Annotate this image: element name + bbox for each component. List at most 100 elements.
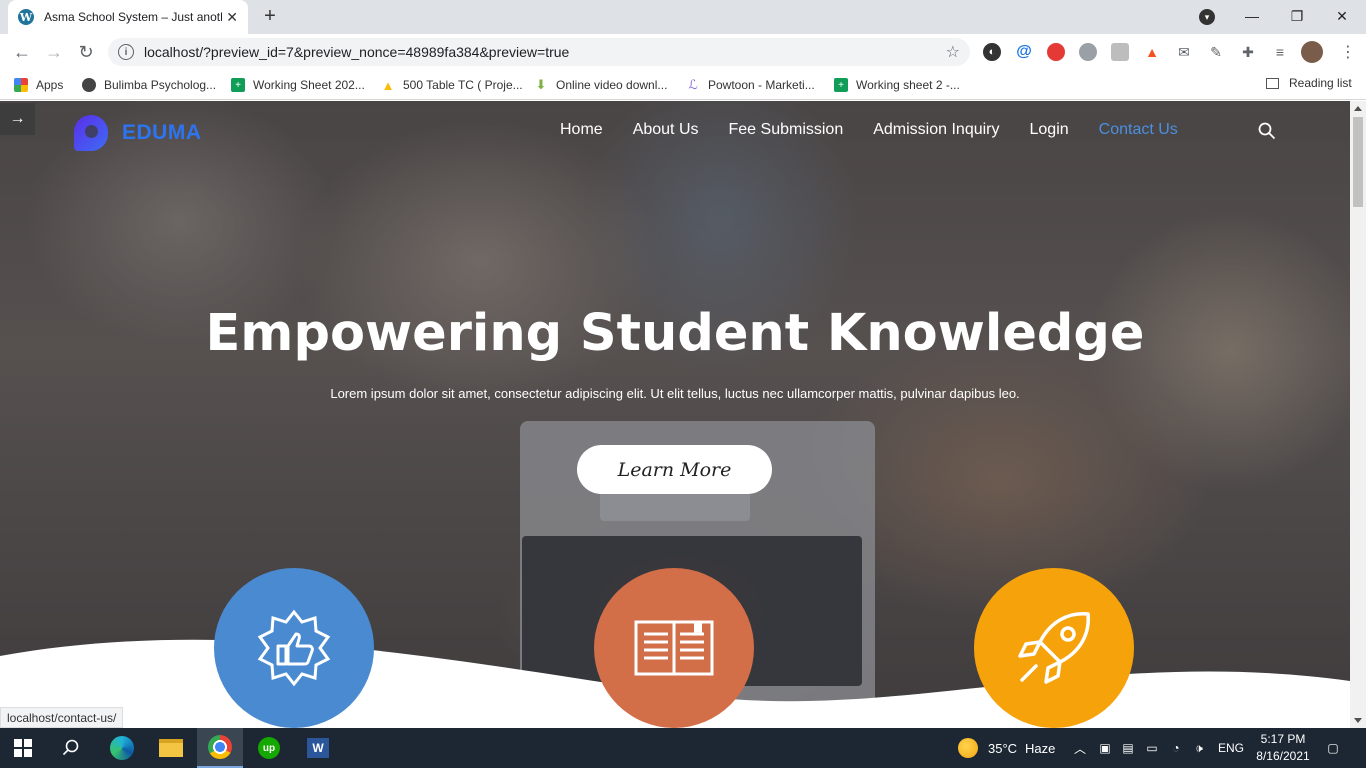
globe-extension-icon[interactable] bbox=[1079, 43, 1097, 61]
start-button[interactable] bbox=[0, 728, 46, 768]
new-tab-button[interactable]: + bbox=[258, 4, 282, 28]
nav-home[interactable]: Home bbox=[560, 121, 603, 139]
close-tab-icon[interactable]: ✕ bbox=[226, 9, 238, 26]
learn-more-button[interactable]: Learn More bbox=[577, 445, 772, 494]
logo-text: EDUMA bbox=[122, 121, 202, 144]
search-icon bbox=[62, 739, 79, 756]
wifi-icon[interactable]: ◔ bbox=[1168, 740, 1184, 756]
weather-widget[interactable]: 35°C Haze bbox=[958, 728, 1055, 768]
pokeball-extension-icon[interactable] bbox=[1047, 43, 1065, 61]
bookmark-item[interactable]: ⬇ Online video downl... bbox=[534, 76, 668, 94]
bookmark-item[interactable]: + Working Sheet 202... bbox=[231, 76, 365, 94]
taskbar-search-button[interactable] bbox=[48, 728, 94, 768]
network-device-icon[interactable]: ▣ bbox=[1097, 740, 1113, 756]
tab-search-icon[interactable]: ▾ bbox=[1199, 9, 1215, 25]
bookmark-item[interactable]: ℒ Powtoon - Marketi... bbox=[686, 76, 814, 94]
main-navigation: Home About Us Fee Submission Admission I… bbox=[560, 121, 1208, 139]
apps-grid-icon bbox=[14, 78, 28, 92]
profile-avatar[interactable] bbox=[1301, 41, 1323, 63]
bookmark-item[interactable]: ▲ 500 Table TC ( Proje... bbox=[381, 76, 523, 94]
chrome-icon bbox=[208, 735, 232, 759]
system-clock[interactable]: 5:17 PM 8/16/2021 bbox=[1252, 731, 1314, 765]
feature-circle-learning[interactable] bbox=[594, 568, 754, 728]
bookmark-item[interactable]: + Working sheet 2 -... bbox=[834, 76, 960, 94]
weather-condition: Haze bbox=[1025, 740, 1056, 756]
mail-icon[interactable]: ✉ bbox=[1175, 43, 1193, 61]
bookmark-star-icon[interactable]: ☆ bbox=[946, 42, 960, 62]
cloud-sync-icon[interactable]: ▤ bbox=[1120, 740, 1136, 756]
address-bar[interactable]: i localhost/?preview_id=7&preview_nonce=… bbox=[108, 38, 970, 66]
triangle-extension-icon[interactable]: ▲ bbox=[1143, 43, 1161, 61]
scrollbar-thumb[interactable] bbox=[1353, 117, 1363, 207]
scroll-down-icon[interactable] bbox=[1354, 718, 1362, 723]
clock-date: 8/16/2021 bbox=[1256, 749, 1310, 763]
search-icon[interactable] bbox=[1258, 122, 1276, 140]
reading-list-label: Reading list bbox=[1289, 76, 1352, 90]
tab-title: Asma School System – Just anoth bbox=[44, 10, 222, 24]
nav-about-us[interactable]: About Us bbox=[633, 121, 699, 139]
chevron-up-icon[interactable]: ︿ bbox=[1072, 740, 1088, 756]
browser-toolbar: ← → ↻ i localhost/?preview_id=7&preview_… bbox=[0, 34, 1366, 70]
volume-icon[interactable]: 🕩 bbox=[1191, 740, 1207, 756]
media-queue-icon[interactable]: ≡ bbox=[1271, 43, 1289, 61]
bookmark-item[interactable]: Bulimba Psycholog... bbox=[82, 76, 216, 94]
bookmark-label: Working sheet 2 -... bbox=[856, 78, 960, 92]
close-window-button[interactable]: ✕ bbox=[1322, 4, 1362, 28]
notification-center-icon[interactable]: ▢ bbox=[1324, 740, 1342, 756]
eyedropper-icon[interactable]: ✎ bbox=[1207, 43, 1225, 61]
nav-admission-inquiry[interactable]: Admission Inquiry bbox=[873, 121, 999, 139]
temperature: 35°C bbox=[988, 740, 1018, 756]
sheets-icon: + bbox=[834, 78, 848, 92]
language-indicator[interactable]: ENG bbox=[1216, 740, 1246, 756]
reading-list-button[interactable]: Reading list bbox=[1266, 76, 1352, 90]
taskbar-chrome[interactable] bbox=[197, 728, 243, 768]
site-info-icon[interactable]: i bbox=[118, 44, 134, 60]
battery-icon[interactable]: ▭ bbox=[1144, 740, 1160, 756]
status-bar-link: localhost/contact-us/ bbox=[0, 707, 124, 728]
back-icon[interactable]: ← bbox=[10, 40, 34, 64]
weather-sun-icon bbox=[958, 738, 978, 758]
taskbar-edge[interactable] bbox=[99, 728, 145, 768]
bookmark-label: 500 Table TC ( Proje... bbox=[403, 78, 523, 92]
taskbar-file-explorer[interactable] bbox=[148, 728, 194, 768]
hero-subtext: Lorem ipsum dolor sit amet, consectetur … bbox=[330, 386, 1020, 401]
extensions-puzzle-icon[interactable]: ✚ bbox=[1239, 43, 1257, 61]
minimize-button[interactable]: — bbox=[1232, 4, 1272, 28]
nav-login[interactable]: Login bbox=[1030, 121, 1069, 139]
bookmark-label: Apps bbox=[36, 78, 64, 92]
powtoon-icon: ℒ bbox=[688, 77, 698, 92]
browser-menu-icon[interactable]: ⋮ bbox=[1340, 42, 1356, 62]
feature-circle-quality[interactable] bbox=[214, 568, 374, 728]
reading-list-icon bbox=[1266, 77, 1279, 89]
globe-icon bbox=[82, 78, 96, 92]
restore-button[interactable]: ❐ bbox=[1277, 4, 1317, 28]
download-icon: ⬇ bbox=[535, 77, 547, 92]
browser-tab-strip: W Asma School System – Just anoth ✕ + ▾ … bbox=[0, 0, 1366, 34]
extension-icon[interactable]: ◐ bbox=[983, 43, 1001, 61]
sheets-icon: + bbox=[231, 78, 245, 92]
wordpress-icon: W bbox=[18, 9, 34, 25]
feature-circle-growth[interactable] bbox=[974, 568, 1134, 728]
word-icon: W bbox=[307, 738, 329, 758]
edge-icon bbox=[110, 736, 134, 760]
reload-icon[interactable]: ↻ bbox=[74, 40, 98, 64]
hero-section: → EDUMA Home About Us Fee Submission Adm… bbox=[0, 101, 1350, 728]
page-scrollbar[interactable] bbox=[1350, 101, 1366, 728]
bookmark-apps[interactable]: Apps bbox=[14, 76, 63, 94]
puzzle-extension-icon[interactable] bbox=[1111, 43, 1129, 61]
clock-time: 5:17 PM bbox=[1260, 732, 1306, 746]
folder-icon bbox=[159, 739, 183, 757]
scroll-up-icon[interactable] bbox=[1354, 106, 1362, 111]
nav-fee-submission[interactable]: Fee Submission bbox=[729, 121, 844, 139]
taskbar-upwork[interactable]: up bbox=[246, 728, 292, 768]
forward-icon[interactable]: → bbox=[42, 40, 66, 64]
arrow-right-icon[interactable]: → bbox=[0, 103, 35, 135]
bookmark-label: Bulimba Psycholog... bbox=[104, 78, 217, 92]
browser-tab[interactable]: W Asma School System – Just anoth ✕ bbox=[8, 0, 248, 34]
at-sign-extension-icon[interactable]: @ bbox=[1015, 43, 1033, 61]
nav-contact-us[interactable]: Contact Us bbox=[1099, 121, 1178, 139]
url-text: localhost/?preview_id=7&preview_nonce=48… bbox=[144, 44, 570, 60]
site-logo[interactable]: EDUMA bbox=[74, 115, 202, 151]
bookmark-label: Working Sheet 202... bbox=[253, 78, 365, 92]
taskbar-word[interactable]: W bbox=[295, 728, 341, 768]
